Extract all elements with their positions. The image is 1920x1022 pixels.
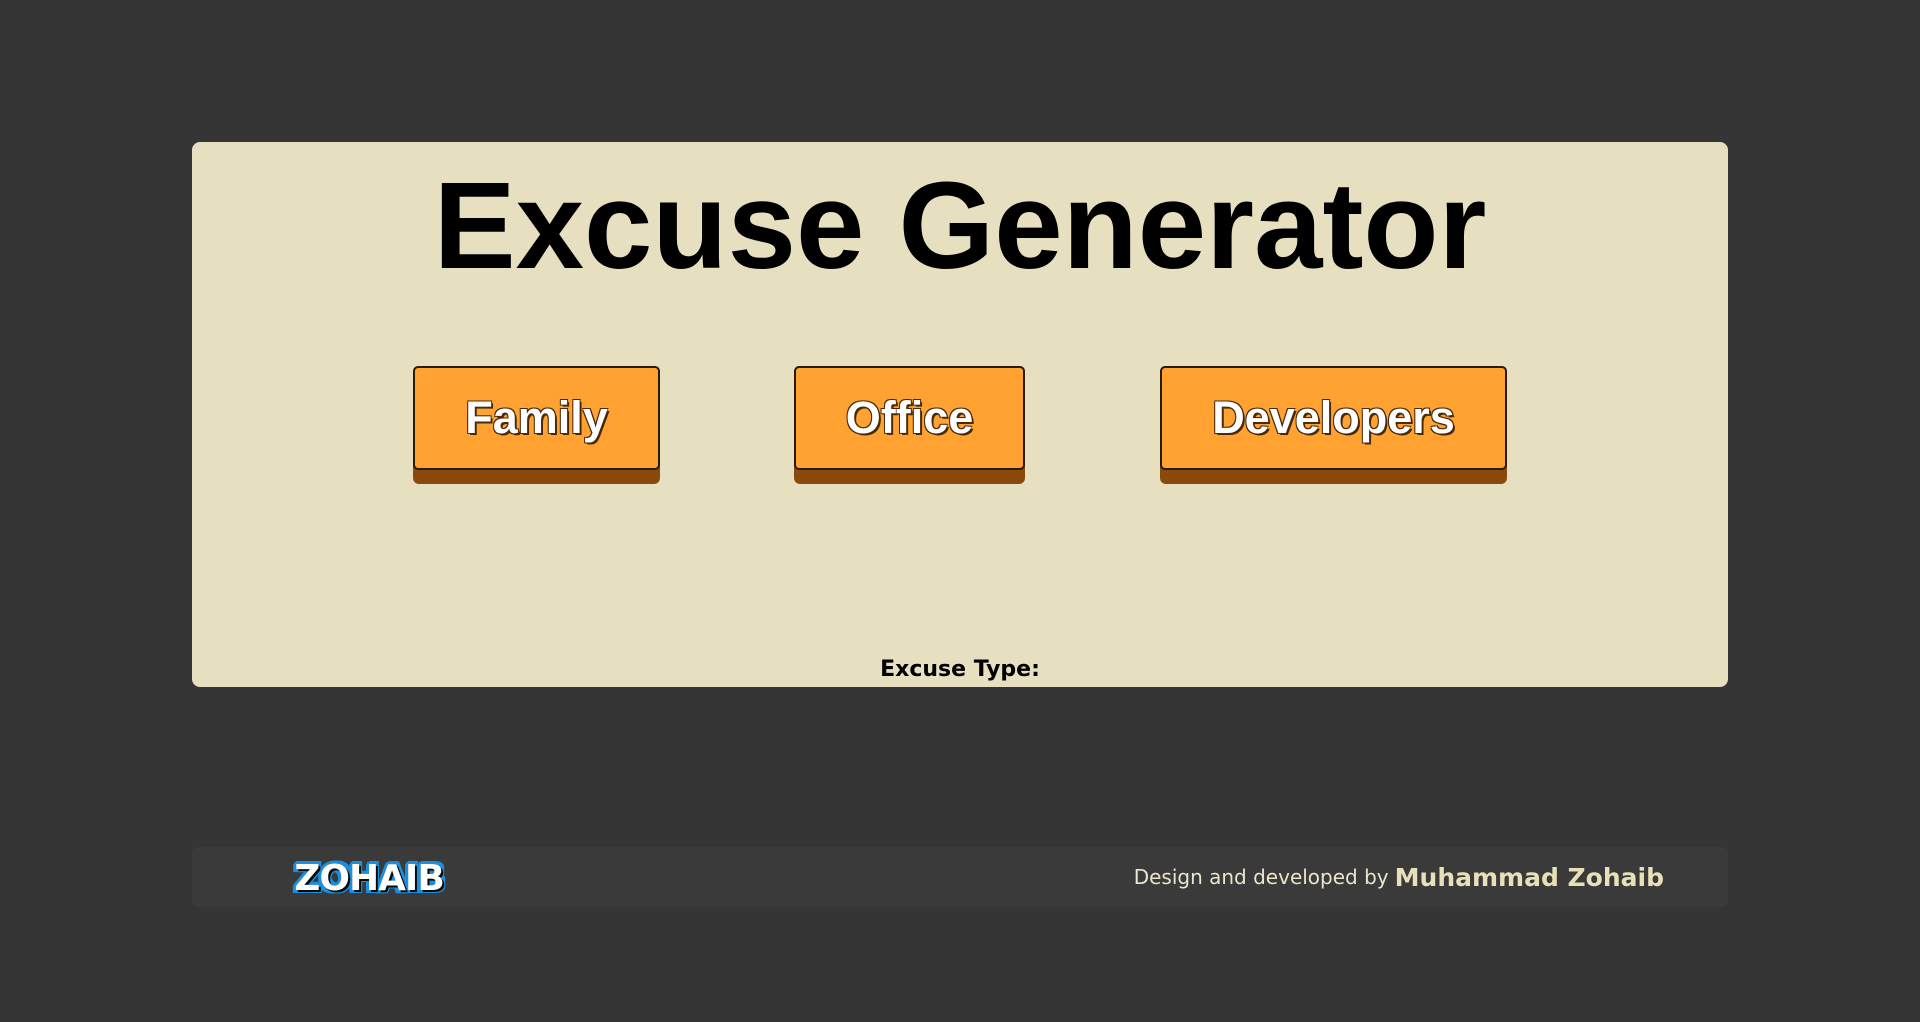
- page-title: Excuse Generator: [433, 158, 1487, 295]
- credit-name: Muhammad Zohaib: [1394, 862, 1664, 892]
- zohaib-logo[interactable]: ZOHAIB: [288, 855, 450, 901]
- office-button-label: Office: [794, 366, 1025, 470]
- office-button[interactable]: Office: [794, 366, 1025, 484]
- footer-credit: Design and developed by Muhammad Zohaib: [1134, 847, 1664, 907]
- family-button[interactable]: Family: [413, 366, 660, 484]
- developers-button[interactable]: Developers: [1160, 366, 1507, 484]
- family-button-label: Family: [413, 366, 660, 470]
- footer: ZOHAIB Design and developed by Muhammad …: [192, 847, 1728, 907]
- excuse-type-label: Excuse Type:: [880, 657, 1040, 682]
- credit-prefix: Design and developed by: [1133, 865, 1389, 889]
- main-card: Excuse Generator Family Office Developer…: [192, 142, 1728, 687]
- developers-button-label: Developers: [1160, 366, 1507, 470]
- logo-text: ZOHAIB: [293, 857, 446, 900]
